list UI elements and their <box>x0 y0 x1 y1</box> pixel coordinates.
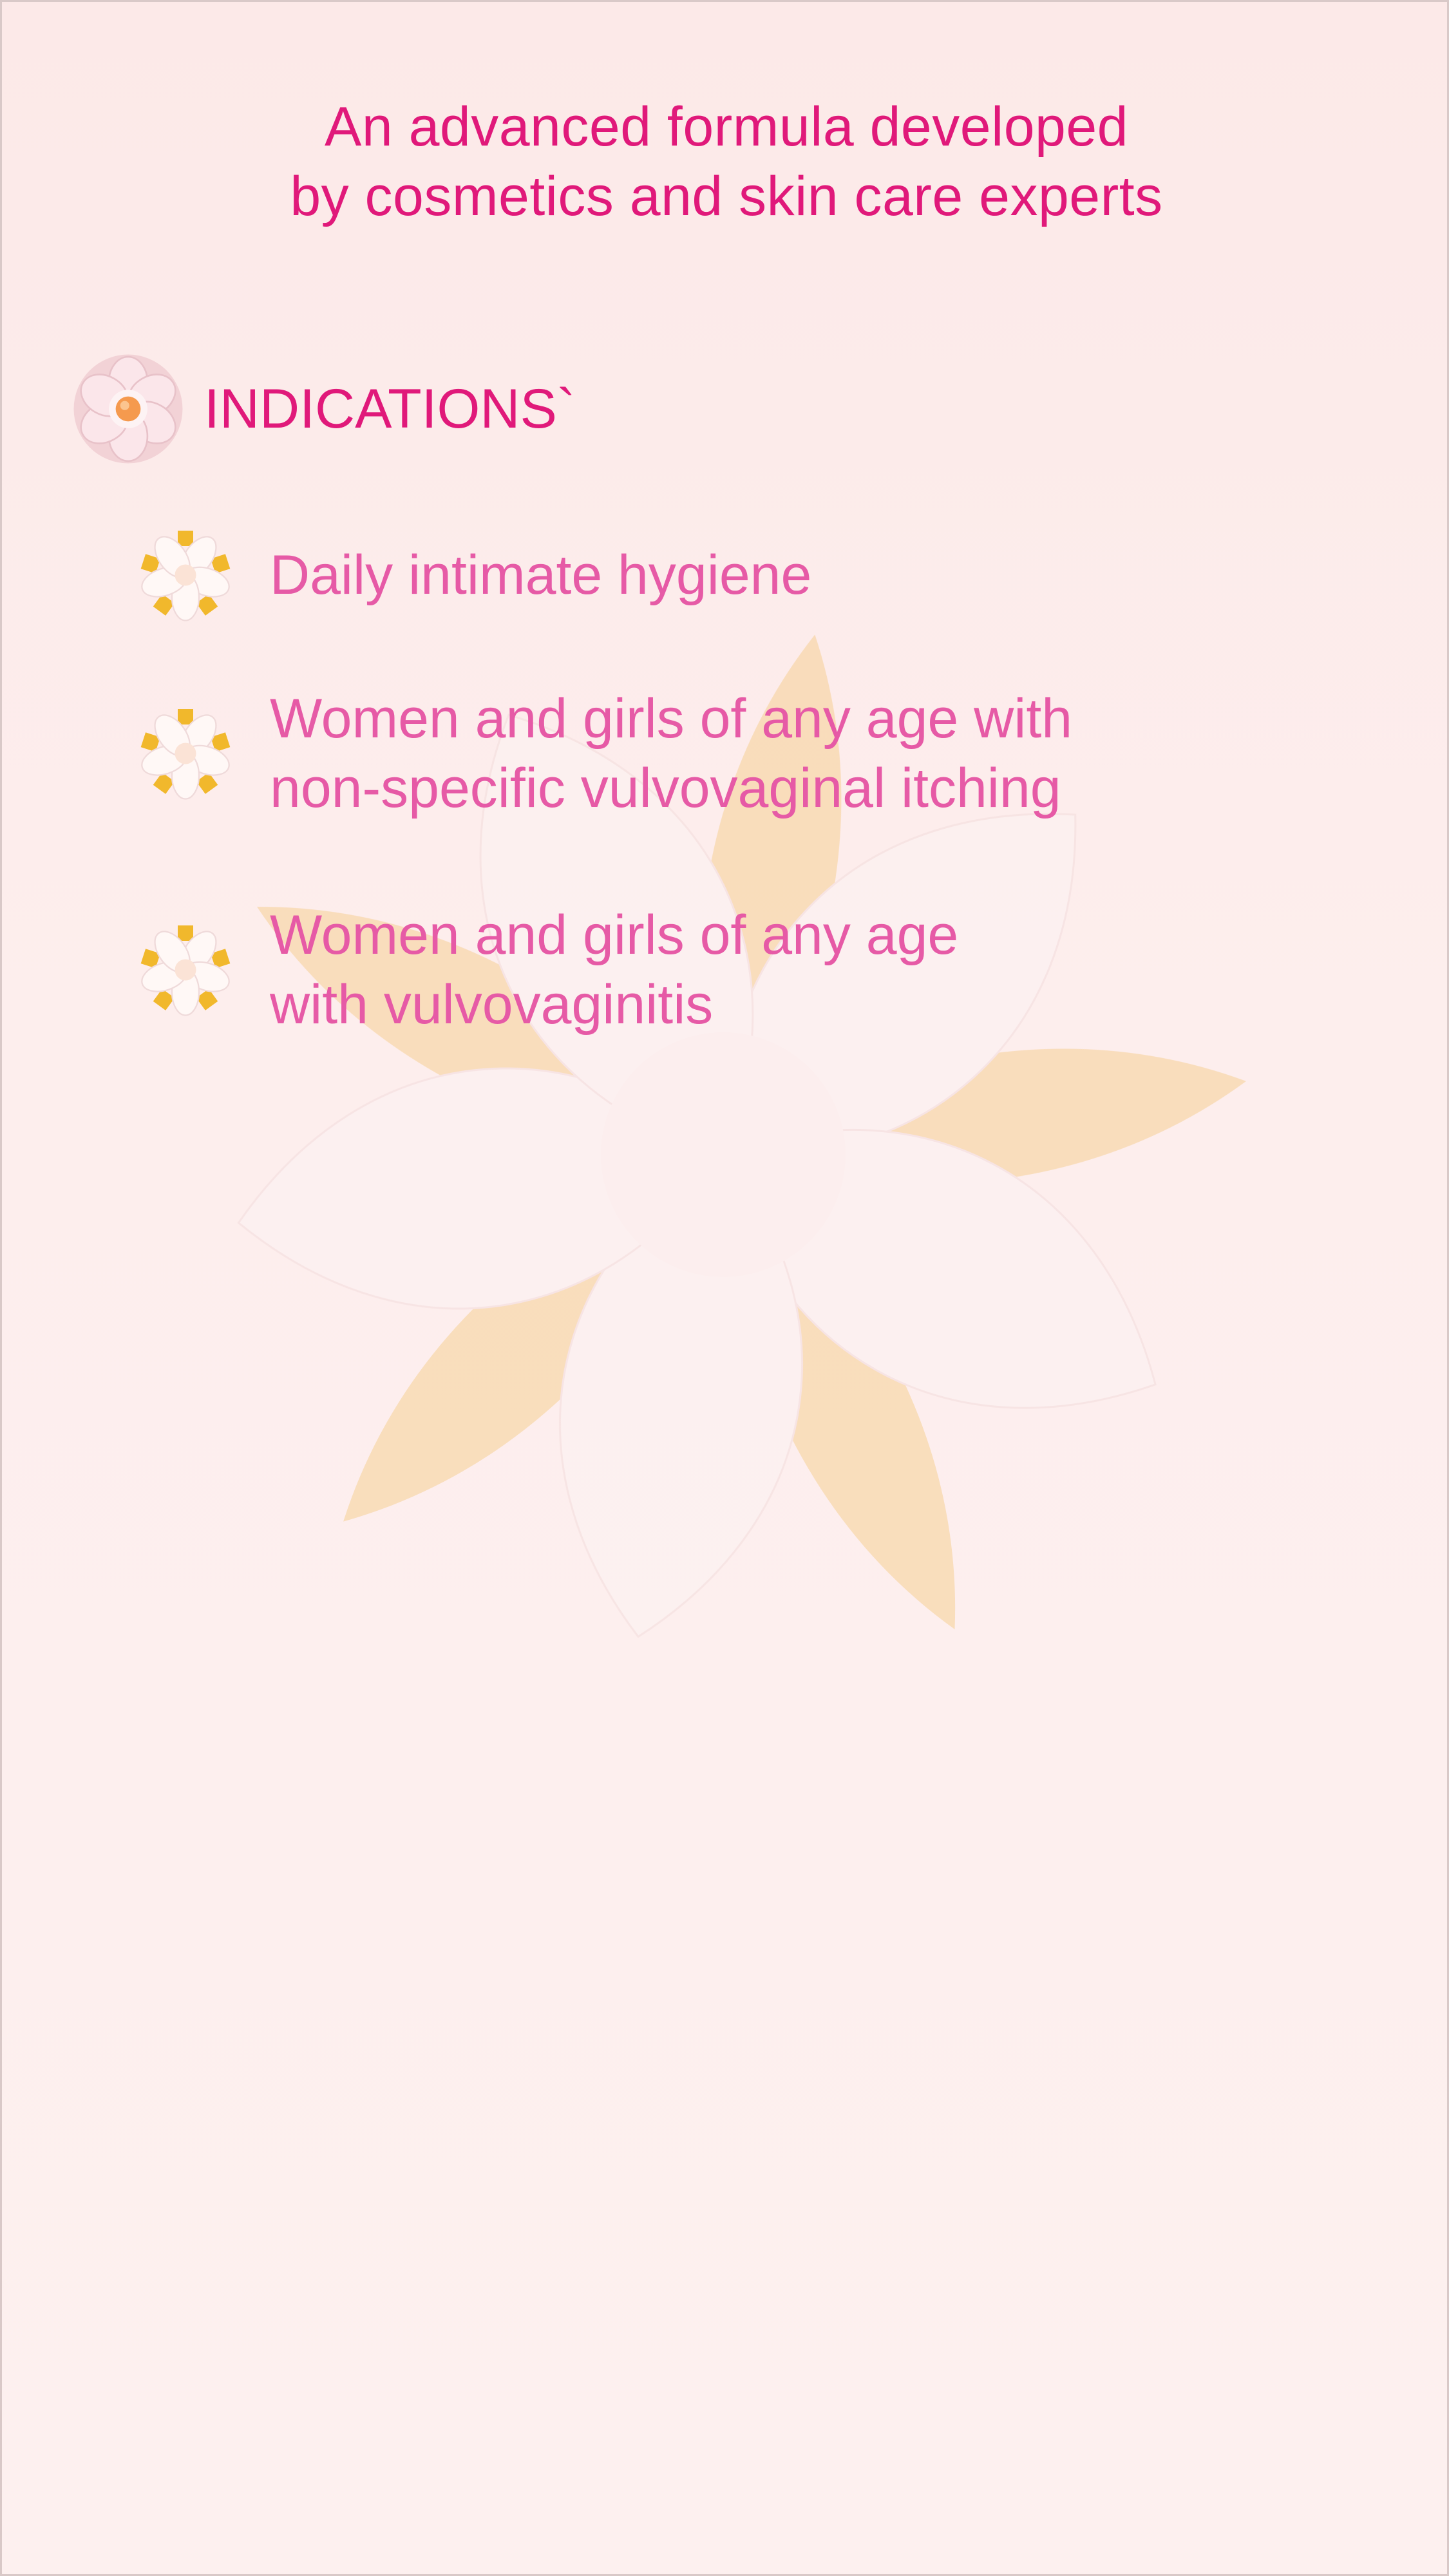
headline-line-2: by cosmetics and skin care experts <box>290 166 1163 227</box>
indications-heading: INDICATIONS` <box>71 352 576 466</box>
page: An advanced formula developed by cosmeti… <box>0 0 1449 2576</box>
pink-flower-icon <box>73 354 183 464</box>
indication-line-1: Women and girls of any age <box>270 904 959 966</box>
indication-text: Daily intimate hygiene <box>270 540 811 610</box>
indication-line-2: non-specific vulvovaginal itching <box>270 757 1061 819</box>
indication-item: Women and girls of any age with non-spec… <box>137 684 1072 823</box>
daisy-bullet-icon <box>140 925 231 1016</box>
headline: An advanced formula developed by cosmeti… <box>2 92 1447 231</box>
headline-line-1: An advanced formula developed <box>324 96 1129 158</box>
indication-line-1: Daily intimate hygiene <box>270 544 812 606</box>
daisy-bullet-icon <box>140 531 231 621</box>
indication-line-1: Women and girls of any age with <box>270 688 1073 750</box>
indication-line-2: with vulvovaginitis <box>270 974 714 1036</box>
indication-item: Daily intimate hygiene <box>137 527 811 623</box>
section-title: INDICATIONS` <box>204 378 576 440</box>
indication-text: Women and girls of any age with vulvovag… <box>270 900 958 1039</box>
indication-item: Women and girls of any age with vulvovag… <box>137 900 958 1039</box>
daisy-bullet-icon <box>140 709 231 800</box>
indication-text: Women and girls of any age with non-spec… <box>270 684 1072 823</box>
